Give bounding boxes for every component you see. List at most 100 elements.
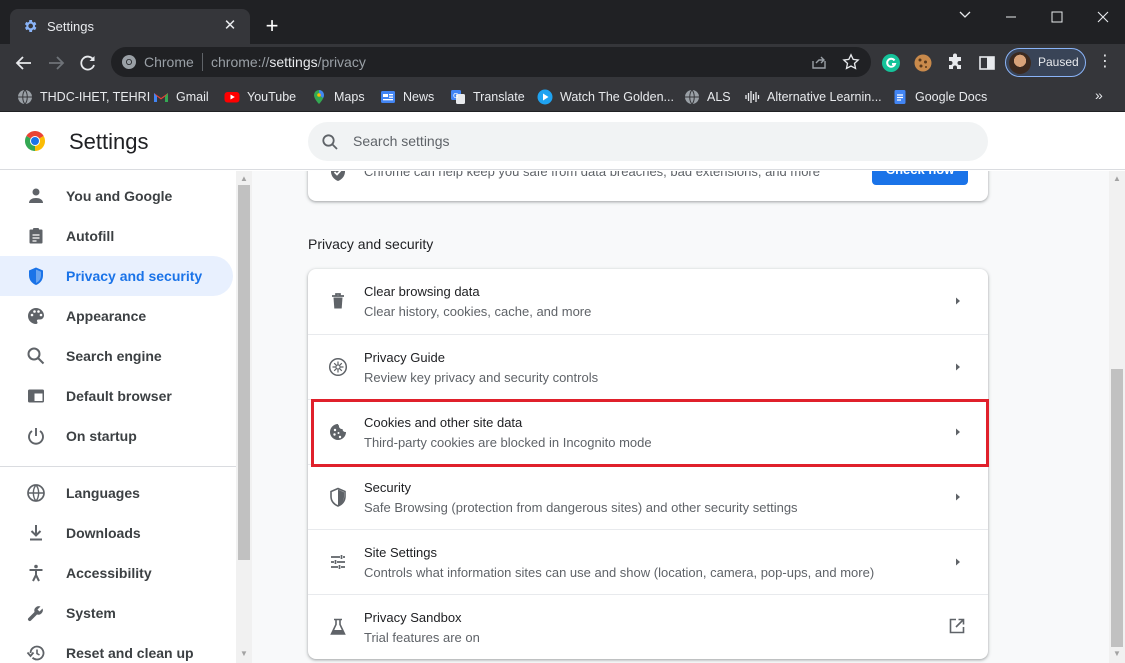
- star-bookmark-icon[interactable]: [842, 53, 860, 71]
- grammarly-icon[interactable]: [881, 53, 901, 73]
- tab-settings[interactable]: Settings ✕: [10, 9, 250, 44]
- profile-button[interactable]: Paused: [1005, 48, 1086, 77]
- scroll-up-icon[interactable]: ▲: [1112, 174, 1122, 183]
- browser-toolbar: Chrome chrome://settings/privacy Paused …: [0, 44, 1125, 81]
- more-menu-icon[interactable]: ⋮: [1096, 52, 1114, 72]
- sidebar-item-search-engine[interactable]: Search engine: [0, 336, 233, 376]
- bookmark-alternative-learning[interactable]: Alternative Learnin...: [744, 87, 882, 107]
- sidebar-item-label: You and Google: [66, 188, 173, 204]
- sidebar-item-privacy-and-security[interactable]: Privacy and security: [0, 256, 233, 296]
- minimize-button[interactable]: [988, 0, 1034, 34]
- settings-gear-icon: [24, 20, 37, 32]
- sidebar-item-label: System: [66, 605, 116, 621]
- chrome-site-icon[interactable]: [121, 54, 137, 70]
- search-placeholder: Search settings: [353, 133, 450, 149]
- row-privacy-sandbox[interactable]: Privacy Sandbox Trial features are on: [308, 594, 988, 659]
- main-scrollbar-thumb[interactable]: [1111, 369, 1123, 647]
- tab-title: Settings: [47, 19, 94, 34]
- sidebar-item-label: Downloads: [66, 525, 141, 541]
- bookmark-google-docs[interactable]: Google Docs: [892, 87, 987, 107]
- side-panel-icon[interactable]: [977, 53, 997, 73]
- accessibility-icon: [29, 564, 43, 582]
- sidebar-item-autofill[interactable]: Autofill: [0, 216, 233, 256]
- scroll-down-icon[interactable]: ▼: [1112, 649, 1122, 658]
- chevron-right-icon: [956, 493, 960, 501]
- row-privacy-guide[interactable]: Privacy Guide Review key privacy and sec…: [308, 334, 988, 399]
- sidebar-item-on-startup[interactable]: On startup: [0, 416, 233, 456]
- bookmark-translate[interactable]: G Translate: [450, 87, 525, 107]
- bookmark-thdc[interactable]: THDC-IHET, TEHRI: [17, 87, 150, 107]
- settings-sidebar: You and Google Autofill Privacy and secu…: [0, 171, 236, 663]
- row-title: Privacy Guide: [364, 350, 445, 365]
- back-button[interactable]: [11, 50, 37, 76]
- extensions-puzzle-icon[interactable]: [945, 53, 965, 73]
- tab-search-chevron-icon[interactable]: [942, 0, 988, 34]
- bookmark-maps[interactable]: Maps: [311, 87, 365, 107]
- close-window-button[interactable]: [1080, 0, 1125, 34]
- chevron-right-icon: [956, 363, 960, 371]
- sidebar-item-label: Accessibility: [66, 565, 152, 581]
- url-scheme: chrome://: [211, 54, 270, 70]
- bookmark-label: THDC-IHET, TEHRI: [40, 90, 151, 104]
- scroll-down-icon[interactable]: ▼: [239, 649, 249, 658]
- privacy-guide-icon: [328, 357, 348, 377]
- sidebar-item-languages[interactable]: Languages: [0, 473, 233, 513]
- share-icon[interactable]: [810, 53, 828, 71]
- translate-icon: G: [451, 90, 465, 104]
- page-title: Settings: [69, 129, 149, 154]
- search-settings-field[interactable]: Search settings: [308, 122, 988, 161]
- row-site-settings[interactable]: Site Settings Controls what information …: [308, 529, 988, 594]
- main-scrollbar[interactable]: ▲ ▼: [1109, 171, 1125, 663]
- arrow-left-icon: [15, 56, 31, 70]
- omnibox-separator: [202, 53, 203, 71]
- cookie-extension-icon[interactable]: [913, 53, 933, 73]
- sidebar-scrollbar[interactable]: ▲ ▼: [236, 171, 252, 663]
- sidebar-item-label: Reset and clean up: [66, 645, 194, 661]
- sidebar-item-appearance[interactable]: Appearance: [0, 296, 233, 336]
- bookmark-label: Google Docs: [915, 90, 988, 104]
- reload-button[interactable]: [75, 50, 101, 76]
- row-title: Privacy Sandbox: [364, 610, 462, 625]
- maximize-button[interactable]: [1034, 0, 1080, 34]
- sidebar-item-system[interactable]: System: [0, 593, 233, 633]
- row-clear-browsing-data[interactable]: Clear browsing data Clear history, cooki…: [308, 269, 988, 334]
- sidebar-item-you-and-google[interactable]: You and Google: [0, 176, 233, 216]
- bookmark-label: YouTube: [247, 90, 297, 104]
- trash-icon: [332, 293, 344, 309]
- bookmark-label: Watch The Golden...: [560, 90, 674, 104]
- new-tab-button[interactable]: +: [260, 14, 284, 38]
- row-subtitle: Review key privacy and security controls: [364, 370, 599, 385]
- sidebar-item-default-browser[interactable]: Default browser: [0, 376, 233, 416]
- bookmark-als[interactable]: ALS: [684, 87, 731, 107]
- scroll-up-icon[interactable]: ▲: [239, 174, 249, 183]
- address-bar[interactable]: Chrome chrome://settings/privacy: [111, 47, 871, 77]
- search-icon: [27, 347, 45, 365]
- chevron-right-icon: [956, 297, 960, 305]
- sidebar-scrollbar-thumb[interactable]: [238, 185, 250, 560]
- profile-status-label: Paused: [1038, 55, 1079, 69]
- tab-close-icon[interactable]: ✕: [220, 16, 240, 36]
- assignment-icon: [29, 228, 43, 244]
- bookmarks-overflow-icon[interactable]: »: [1095, 87, 1103, 103]
- check-now-button[interactable]: Check now: [872, 171, 968, 185]
- shield-icon: [29, 267, 43, 285]
- bookmark-gmail[interactable]: Gmail: [153, 87, 209, 107]
- forward-button[interactable]: [43, 50, 69, 76]
- sidebar-item-reset-and-clean-up[interactable]: Reset and clean up: [0, 633, 233, 663]
- bookmark-label: News: [403, 90, 435, 104]
- row-subtitle: Clear history, cookies, cache, and more: [364, 304, 592, 319]
- row-subtitle: Safe Browsing (protection from dangerous…: [364, 500, 798, 515]
- arrow-right-icon: [49, 56, 65, 70]
- sidebar-item-accessibility[interactable]: Accessibility: [0, 553, 233, 593]
- bookmark-watch-golden[interactable]: Watch The Golden...: [537, 87, 674, 107]
- bookmark-news[interactable]: News: [380, 87, 434, 107]
- tune-icon: [331, 555, 345, 569]
- url-text[interactable]: chrome://settings/privacy: [211, 54, 366, 70]
- download-icon: [30, 525, 42, 541]
- safety-check-card: Chrome can help keep you safe from data …: [308, 171, 988, 201]
- row-security[interactable]: Security Safe Browsing (protection from …: [308, 464, 988, 529]
- bookmark-label: Translate: [473, 90, 525, 104]
- wrench-icon: [27, 606, 43, 622]
- bookmark-youtube[interactable]: YouTube: [224, 87, 296, 107]
- sidebar-item-downloads[interactable]: Downloads: [0, 513, 233, 553]
